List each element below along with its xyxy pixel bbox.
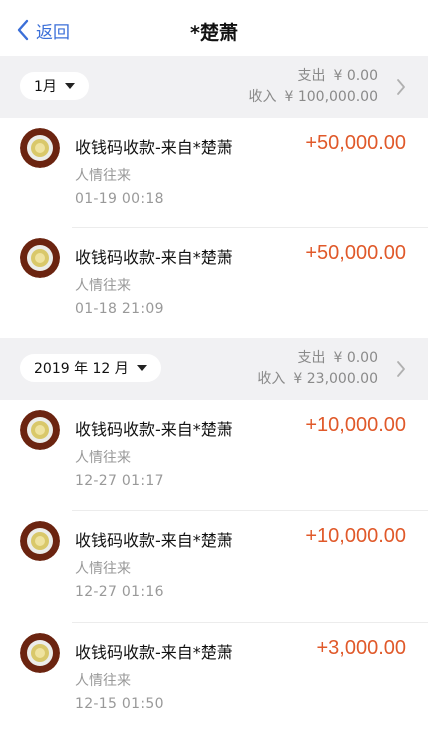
transaction-category: 人情往来 [75,168,131,184]
transaction-time: 01-18 21:09 [75,301,164,317]
caret-down-icon [64,83,75,89]
expense-label: 支出 [297,68,326,84]
transaction-title: 收钱码收款-来自*楚萧 [75,643,233,662]
transaction-title: 收钱码收款-来自*楚萧 [75,138,233,157]
expense-value: ¥ 0.00 [333,350,378,366]
transaction-title: 收钱码收款-来自*楚萧 [75,531,233,550]
transaction-amount: +10,000.00 [305,525,406,547]
transaction-time: 01-19 00:18 [75,191,164,207]
expense-value: ¥ 0.00 [333,68,378,84]
transaction-time: 12-15 01:50 [75,696,164,712]
income-label: 收入 [248,89,277,105]
transaction-title: 收钱码收款-来自*楚萧 [75,420,233,439]
month-label: 2019 年 12 月 [34,361,129,377]
page-title: *楚萧 [190,22,238,44]
income-value: ¥ 23,000.00 [293,371,378,387]
month-selector[interactable]: 1月 [20,72,89,100]
expense-label: 支出 [297,350,326,366]
transaction-row[interactable]: 收钱码收款-来自*楚萧 人情往来 12-27 01:17 +10,000.00 [0,400,428,512]
month-selector[interactable]: 2019 年 12 月 [20,354,161,382]
transaction-category: 人情往来 [75,450,131,466]
transaction-row[interactable]: 收钱码收款-来自*楚萧 人情往来 12-15 01:50 +3,000.00 [0,623,428,734]
avatar [20,410,60,450]
avatar [20,238,60,278]
month-header-dec: 2019 年 12 月 支出 ¥ 0.00 收入 ¥ 23,000.00 [0,338,428,400]
income-value: ¥ 100,000.00 [284,89,378,105]
transaction-category: 人情往来 [75,673,131,689]
transaction-time: 12-27 01:16 [75,584,164,600]
transaction-time: 12-27 01:17 [75,473,164,489]
transaction-amount: +50,000.00 [305,242,406,264]
avatar [20,128,60,168]
month-label: 1月 [34,79,57,95]
month-summary: 支出 ¥ 0.00 收入 ¥ 100,000.00 [248,66,378,108]
caret-down-icon [136,365,147,371]
transaction-amount: +10,000.00 [305,414,406,436]
transaction-title: 收钱码收款-来自*楚萧 [75,248,233,267]
transaction-row[interactable]: 收钱码收款-来自*楚萧 人情往来 01-19 00:18 +50,000.00 [0,118,428,230]
transaction-amount: +50,000.00 [305,132,406,154]
nav-bar: 返回 *楚萧 [0,0,428,56]
transaction-amount: +3,000.00 [316,637,406,659]
chevron-right-icon[interactable] [396,78,406,96]
month-header-jan: 1月 支出 ¥ 0.00 收入 ¥ 100,000.00 [0,56,428,118]
transaction-row[interactable]: 收钱码收款-来自*楚萧 人情往来 01-18 21:09 +50,000.00 [0,228,428,340]
avatar [20,521,60,561]
transaction-row[interactable]: 收钱码收款-来自*楚萧 人情往来 12-27 01:16 +10,000.00 [0,511,428,623]
avatar [20,633,60,673]
income-label: 收入 [257,371,286,387]
month-summary: 支出 ¥ 0.00 收入 ¥ 23,000.00 [257,348,378,390]
transaction-category: 人情往来 [75,561,131,577]
chevron-right-icon[interactable] [396,360,406,378]
transaction-category: 人情往来 [75,278,131,294]
